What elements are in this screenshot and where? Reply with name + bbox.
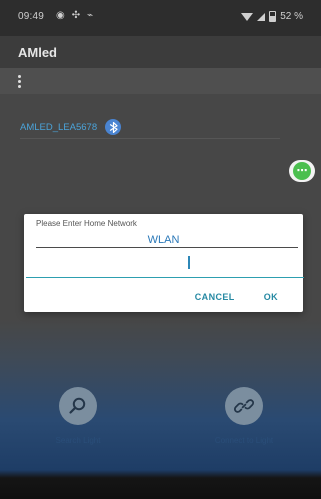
device-name: AMLED_LEA5678 <box>20 121 98 133</box>
status-right: 52 % <box>241 11 303 22</box>
search-icon <box>59 387 97 425</box>
network-password-input[interactable] <box>26 253 304 278</box>
page-title: AMled <box>18 45 57 60</box>
bluetooth-glyph-icon <box>109 121 118 133</box>
app-screen: 09:49 ◉ ✣ ⌁ 52 % AMled AMLED_LEA5678 ⋯ P… <box>0 0 321 499</box>
search-light-action[interactable]: Search Light <box>28 387 128 445</box>
settings-icon: ✣ <box>71 10 81 21</box>
toolbar <box>0 68 321 94</box>
dialog-network-name: WLAN <box>147 234 180 246</box>
text-cursor <box>188 256 190 269</box>
notification-icon: ◉ <box>56 10 65 21</box>
device-item[interactable]: AMLED_LEA5678 <box>20 116 280 139</box>
link-glyph-icon <box>234 399 254 413</box>
search-light-label: Search Light <box>55 436 101 445</box>
sync-icon: ⌁ <box>87 10 94 21</box>
wifi-icon <box>241 12 254 21</box>
dialog-buttons: CANCEL OK <box>195 292 278 302</box>
ok-button[interactable]: OK <box>264 292 278 302</box>
battery-icon <box>269 11 277 22</box>
signal-icon <box>257 12 266 21</box>
status-time: 09:49 <box>18 11 45 22</box>
chat-button[interactable]: ⋯ <box>289 160 315 182</box>
connect-light-action[interactable]: Connect to Light <box>194 387 294 445</box>
more-menu-icon[interactable] <box>14 72 24 90</box>
connect-light-label: Connect to Light <box>214 436 274 445</box>
battery-level: 52 % <box>280 11 303 22</box>
status-bar: 09:49 ◉ ✣ ⌁ 52 % <box>0 0 321 36</box>
bluetooth-icon <box>105 119 122 135</box>
home-network-dialog: Please Enter Home Network WLAN CANCEL OK <box>24 214 304 312</box>
link-icon <box>225 387 263 425</box>
cancel-button[interactable]: CANCEL <box>195 292 235 302</box>
dialog-title: Please Enter Home Network <box>36 219 137 228</box>
search-glyph-icon <box>69 397 86 414</box>
status-left-icons: ◉ ✣ ⌁ <box>56 10 93 21</box>
app-bar: AMled <box>0 36 321 68</box>
dialog-divider <box>36 247 298 248</box>
chat-icon: ⋯ <box>293 162 311 180</box>
